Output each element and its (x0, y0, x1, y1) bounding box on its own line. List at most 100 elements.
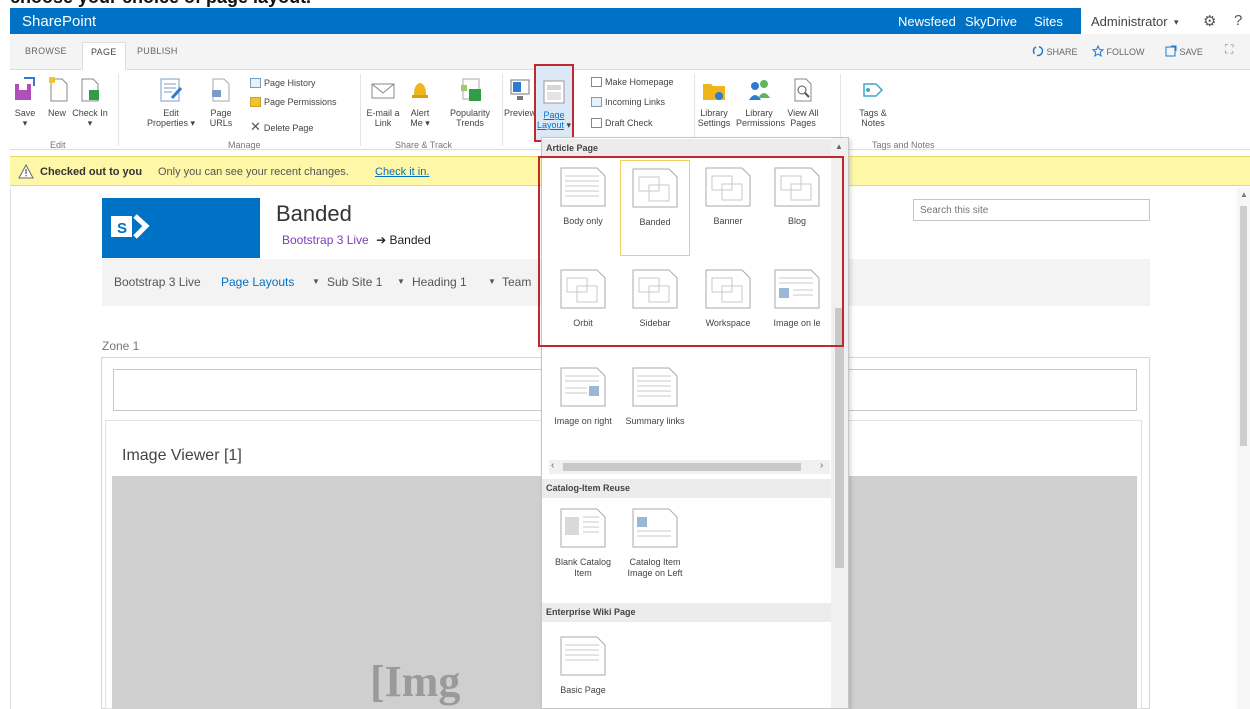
menu-scroll-up-icon[interactable]: ▲ (835, 142, 843, 151)
library-settings-button[interactable]: Library Settings (696, 76, 732, 128)
layout-catalog-item-image-left[interactable]: Catalog Item Image on Left (620, 507, 690, 579)
tags-notes-label: Tags & Notes (859, 108, 887, 128)
tags-notes-icon (863, 83, 884, 97)
nav-item-heading[interactable]: Heading 1 (412, 275, 467, 289)
tab-publish[interactable]: PUBLISH (137, 46, 178, 56)
tab-page[interactable]: PAGE (82, 42, 126, 70)
view-all-pages-button[interactable]: View All Pages (786, 76, 820, 128)
section-article-label: Article Page (546, 143, 599, 153)
nav-dropdown-icon: ▼ (488, 277, 496, 286)
save-icon (1165, 45, 1177, 57)
follow-action[interactable]: FOLLOW (1091, 44, 1145, 58)
check-in-link[interactable]: Check it in. (375, 166, 429, 178)
tags-notes-button[interactable]: Tags & Notes (856, 76, 890, 128)
make-homepage-label: Make Homepage (605, 77, 674, 87)
site-logo[interactable]: S (102, 198, 260, 258)
suite-link-newsfeed[interactable]: Newsfeed (898, 14, 956, 29)
page-layout-button[interactable]: Page Layout ▾ (534, 64, 574, 142)
nav-item-team[interactable]: Team (502, 275, 531, 289)
layout-basic-page-label: Basic Page (560, 685, 606, 695)
save-button-label: Save (14, 108, 36, 118)
section-header-catalog: Catalog-Item Reuse (542, 479, 831, 498)
ribbon-separator (360, 74, 361, 146)
save-page-icon (15, 77, 35, 100)
library-permissions-button[interactable]: Library Permissions (736, 76, 786, 128)
nav-item-home[interactable]: Bootstrap 3 Live (114, 275, 201, 289)
library-permissions-label: Library Permissions (736, 108, 786, 128)
suite-bar: SharePoint Newsfeed SkyDrive Sites Admin… (10, 8, 1250, 34)
new-page-icon (49, 77, 68, 102)
focus-icon[interactable]: ⛶ (1225, 42, 1233, 57)
svg-text:S: S (117, 220, 127, 237)
page-history-icon (250, 78, 261, 88)
incoming-links-button[interactable]: Incoming Links (591, 97, 665, 107)
scroll-up-icon[interactable]: ▲ (1240, 190, 1248, 199)
edit-properties-button[interactable]: Edit Properties ▾ (145, 76, 197, 128)
check-in-button[interactable]: Check In ▾ (72, 76, 108, 128)
draft-check-icon (591, 118, 602, 128)
user-caret-icon: ▾ (1174, 17, 1179, 27)
new-button[interactable]: New (46, 76, 68, 118)
suite-link-sites[interactable]: Sites (1034, 14, 1063, 29)
sharepoint-brand[interactable]: SharePoint (22, 13, 96, 30)
homepage-icon (591, 77, 602, 87)
nav-item-sub-site[interactable]: Sub Site 1 (327, 275, 382, 289)
email-link-button[interactable]: E-mail a Link (365, 76, 401, 128)
user-area: Administrator ▾ ⚙ ? (1081, 8, 1250, 34)
scroll-left-icon[interactable]: ‹ (551, 460, 554, 471)
layout-catalog-preview-icon (560, 508, 606, 548)
make-homepage-button[interactable]: Make Homepage (591, 77, 674, 87)
draft-check-button[interactable]: Draft Check (591, 118, 653, 128)
excel-trends-icon (461, 78, 481, 101)
check-in-icon (81, 78, 99, 102)
layout-lines-preview-icon (632, 367, 678, 407)
tags-group-label: Tags and Notes (872, 140, 935, 150)
layout-horizontal-scrollbar[interactable]: ‹ › (549, 460, 830, 474)
save-button[interactable]: Save ▾ (12, 76, 38, 128)
page-permissions-label: Page Permissions (264, 97, 337, 107)
delete-page-label: Delete Page (263, 123, 314, 133)
ribbon-separator (840, 74, 841, 146)
alert-me-button[interactable]: Alert Me ▾ (407, 76, 433, 128)
breadcrumb-parent[interactable]: Bootstrap 3 Live (282, 233, 369, 247)
layout-catalog-image-left-label: Catalog Item Image on Left (627, 557, 683, 578)
breadcrumb-current: Banded (389, 233, 431, 247)
layout-horizontal-scroll-thumb[interactable] (563, 463, 801, 471)
nav-dropdown-icon: ▼ (397, 277, 405, 286)
share-action[interactable]: SHARE (1032, 45, 1078, 57)
page-scroll-thumb[interactable] (1240, 206, 1247, 446)
page-scrollbar[interactable]: ▲ (1237, 188, 1250, 709)
email-link-label: E-mail a Link (366, 108, 400, 128)
layout-image-on-right[interactable]: Image on right (548, 366, 618, 427)
save-action[interactable]: SAVE (1165, 45, 1203, 57)
layout-menu-scroll-thumb[interactable] (835, 308, 844, 568)
layout-blank-catalog-item[interactable]: Blank Catalog Item (548, 507, 618, 579)
layout-basic-page[interactable]: Basic Page (548, 635, 618, 696)
page-urls-label: Page URLs (209, 108, 233, 128)
nav-item-page-layouts[interactable]: Page Layouts (221, 275, 294, 289)
preview-button[interactable]: Preview (504, 76, 536, 118)
tab-browse[interactable]: BROWSE (25, 46, 67, 56)
section-catalog-label: Catalog-Item Reuse (546, 483, 631, 493)
popularity-trends-button[interactable]: Popularity Trends (447, 76, 493, 128)
search-input[interactable] (913, 199, 1150, 221)
suite-link-skydrive[interactable]: SkyDrive (965, 14, 1017, 29)
view-all-pages-label: View All Pages (787, 108, 819, 128)
layout-blank-catalog-label: Blank Catalog Item (554, 557, 612, 578)
page-urls-button[interactable]: Page URLs (208, 76, 234, 128)
webpart-title: Image Viewer [1] (122, 447, 242, 464)
user-menu[interactable]: Administrator (1091, 14, 1168, 29)
gear-icon[interactable]: ⚙ (1203, 12, 1216, 30)
section-header-wiki: Enterprise Wiki Page (542, 603, 831, 622)
scroll-right-icon[interactable]: › (820, 460, 823, 471)
layout-summary-links[interactable]: Summary links (620, 366, 690, 427)
manage-group-label: Manage (228, 140, 261, 150)
help-icon[interactable]: ? (1234, 12, 1242, 29)
breadcrumb-arrow-icon: ➔ (376, 233, 387, 247)
page-permissions-button[interactable]: Page Permissions (250, 97, 337, 107)
view-all-pages-icon (794, 78, 812, 102)
layout-image-on-right-label: Image on right (554, 416, 612, 426)
delete-page-button[interactable]: ✕ Delete Page (250, 119, 313, 135)
section-wiki-label: Enterprise Wiki Page (546, 607, 636, 617)
page-history-button[interactable]: Page History (250, 78, 316, 88)
